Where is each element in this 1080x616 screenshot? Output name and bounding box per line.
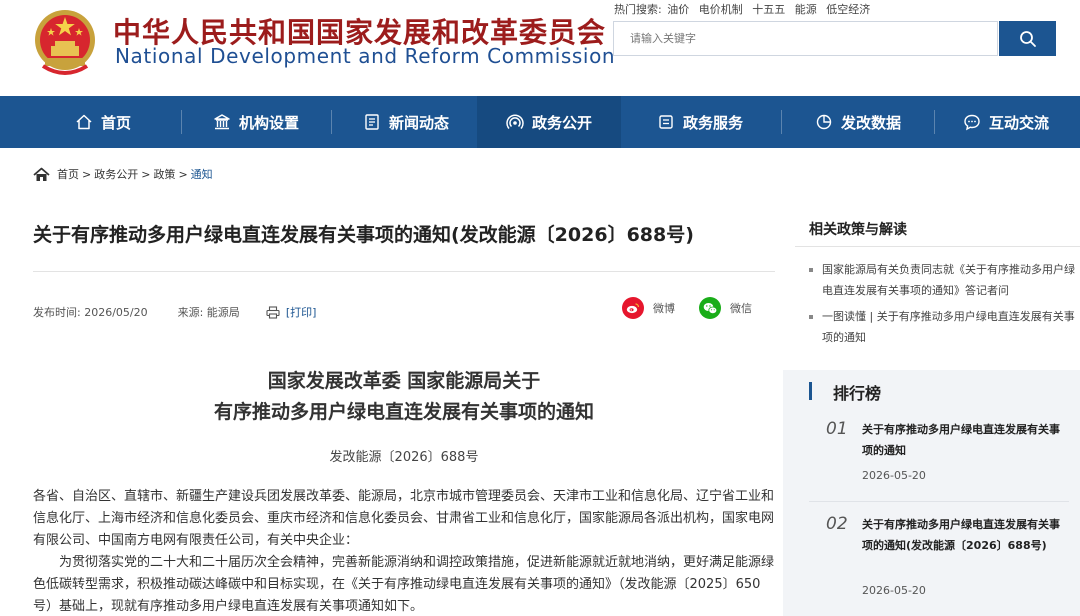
ranking-number: 01 [826, 419, 848, 439]
search-box [613, 21, 998, 56]
pie-chart-icon [815, 113, 833, 131]
sidebar-divider [795, 246, 1080, 247]
document-heading-line1: 国家发展改革委 国家能源局关于 [267, 370, 541, 392]
hot-search-term[interactable]: 电价机制 [699, 3, 743, 16]
hot-search-term[interactable]: 低空经济 [826, 3, 870, 16]
bullet-icon [809, 268, 813, 272]
nav-item-data[interactable]: 发改数据 [784, 96, 932, 148]
hot-search-term[interactable]: 十五五 [752, 3, 785, 16]
share-weibo-button[interactable]: 微博 [622, 297, 675, 319]
search-icon [1019, 30, 1036, 47]
national-emblem-icon[interactable] [33, 6, 97, 76]
nav-label: 政务服务 [682, 113, 743, 132]
nav-label: 机构设置 [238, 113, 299, 132]
article-paragraph: 各省、自治区、直辖市、新疆生产建设兵团发展改革委、能源局，北京市城市管理委员会、… [33, 489, 775, 548]
breadcrumb-separator: > [178, 167, 188, 181]
share-wechat-button[interactable]: 微信 [699, 297, 752, 319]
breadcrumb-current[interactable]: 通知 [191, 166, 213, 182]
nav-label: 发改数据 [840, 113, 901, 132]
nav-item-interaction[interactable]: 互动交流 [936, 96, 1076, 148]
nav-divider [331, 110, 332, 134]
wechat-icon [699, 297, 721, 319]
site-header: 中华人民共和国国家发展和改革委员会 National Development a… [0, 0, 1080, 96]
title-divider [33, 271, 775, 272]
related-link[interactable]: 一图读懂 | 关于有序推动多用户绿电直连发展有关事项的通知 [809, 306, 1075, 348]
related-link-text: 国家能源局有关负责同志就《关于有序推动多用户绿电直连发展有关事项的通知》答记者问 [822, 263, 1075, 297]
document-heading-line2: 有序推动多用户绿电直连发展有关事项的通知 [213, 401, 594, 423]
nav-item-government-services[interactable]: 政务服务 [621, 96, 779, 148]
breadcrumb-item[interactable]: 政策 [153, 166, 175, 182]
breadcrumb-item[interactable]: 政务公开 [94, 166, 138, 182]
print-button[interactable]: [打印] [266, 304, 317, 320]
share-weibo-label: 微博 [653, 302, 675, 315]
document-icon [657, 113, 675, 131]
weibo-icon [622, 297, 644, 319]
ranking-date: 2026-05-20 [862, 469, 926, 482]
hot-search-label: 热门搜索: [614, 3, 662, 16]
building-icon [213, 113, 231, 131]
hot-search-term[interactable]: 油价 [667, 3, 689, 16]
home-icon[interactable] [33, 167, 50, 182]
nav-item-news[interactable]: 新闻动态 [336, 96, 476, 148]
breadcrumb-separator: > [141, 167, 151, 181]
nav-divider [181, 110, 182, 134]
nav-label: 互动交流 [988, 113, 1049, 132]
nav-item-government-affairs[interactable]: 政务公开 [477, 96, 621, 148]
nav-divider [934, 110, 935, 134]
chat-icon [963, 113, 981, 131]
hot-search-bar: 热门搜索: 油价 电价机制 十五五 能源 低空经济 [614, 1, 876, 17]
site-title-english[interactable]: National Development and Reform Commissi… [115, 44, 615, 68]
related-link-text: 一图读懂 | 关于有序推动多用户绿电直连发展有关事项的通知 [822, 310, 1075, 344]
hot-search-term[interactable]: 能源 [795, 3, 817, 16]
article-source: 来源: 能源局 [177, 306, 240, 319]
ranking-date: 2026-05-20 [862, 584, 926, 597]
nav-label: 首页 [100, 113, 131, 132]
publish-date: 发布时间: 2026/05/20 [33, 306, 148, 319]
related-policies-title: 相关政策与解读 [809, 222, 907, 238]
nav-divider [781, 110, 782, 134]
home-icon [75, 113, 93, 131]
news-icon [363, 113, 381, 131]
breadcrumb-item[interactable]: 首页 [57, 166, 79, 182]
ranking-item-link[interactable]: 关于有序推动多用户绿电直连发展有关事项的通知(发改能源〔2026〕688号) [862, 514, 1062, 556]
nav-item-organization[interactable]: 机构设置 [186, 96, 326, 148]
article-meta: 发布时间: 2026/05/20 来源: 能源局 [打印] [33, 304, 316, 320]
ranking-title: 排行榜 [833, 384, 882, 403]
ranking-divider [809, 501, 1069, 502]
nav-label: 政务公开 [531, 113, 592, 132]
ranking-panel [783, 370, 1080, 616]
printer-icon [266, 305, 280, 319]
search-input[interactable] [614, 22, 997, 55]
ranking-number: 02 [826, 514, 848, 534]
print-label: [打印] [285, 306, 317, 319]
bullet-icon [809, 315, 813, 319]
broadcast-icon [506, 113, 524, 131]
search-button[interactable] [999, 21, 1056, 56]
breadcrumb: 首页 > 政务公开 > 政策 > 通知 [33, 166, 213, 182]
main-nav: 首页 机构设置 新闻动态 政务公开 政务服务 发改数据 互动交流 [0, 96, 1080, 148]
document-number: 发改能源〔2026〕688号 [329, 450, 479, 465]
related-link[interactable]: 国家能源局有关负责同志就《关于有序推动多用户绿电直连发展有关事项的通知》答记者问 [809, 259, 1075, 301]
nav-label: 新闻动态 [388, 113, 449, 132]
page-title: 关于有序推动多用户绿电直连发展有关事项的通知(发改能源〔2026〕688号) [33, 224, 694, 246]
share-wechat-label: 微信 [730, 302, 752, 315]
ranking-title-marker [809, 382, 812, 400]
article-paragraph: 为贯彻落实党的二十大和二十届历次全会精神，完善新能源消纳和调控政策措施，促进新能… [33, 555, 775, 614]
breadcrumb-separator: > [82, 167, 92, 181]
nav-item-home[interactable]: 首页 [33, 96, 173, 148]
ranking-item-link[interactable]: 关于有序推动多用户绿电直连发展有关事项的通知 [862, 419, 1062, 461]
